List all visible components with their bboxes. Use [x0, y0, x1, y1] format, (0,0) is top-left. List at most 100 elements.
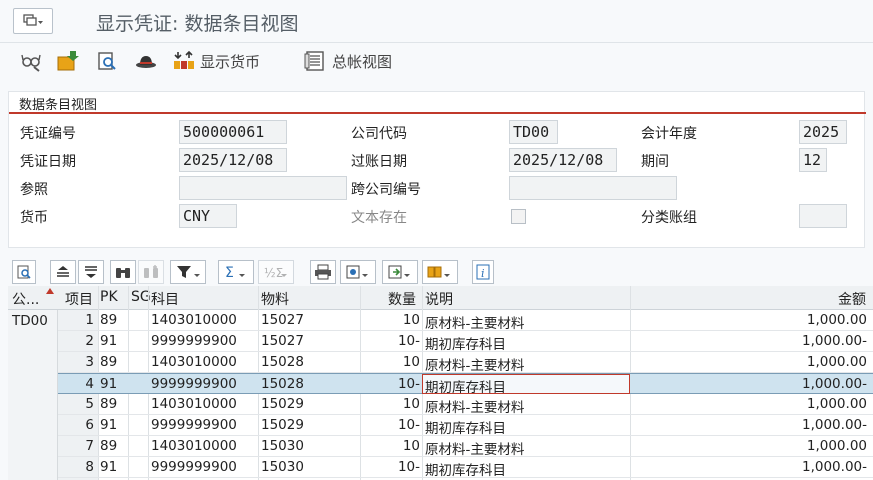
item-cell[interactable]: 8 [58, 459, 94, 475]
item-cell[interactable]: 7 [58, 438, 94, 454]
text-cell[interactable]: 原材料-主要材料 [425, 312, 625, 332]
account-cell[interactable]: 9999999900 [151, 417, 251, 433]
layout-button[interactable] [422, 260, 458, 284]
text-cell[interactable]: 原材料-主要材料 [425, 438, 625, 458]
table-row[interactable]: 8 91 9999999900 15030 10- 期初库存科目 1,000.00- [58, 457, 873, 479]
table-row[interactable]: 7 89 1403010000 15030 10 原材料-主要材料 1,000.00 [58, 436, 873, 458]
period-field[interactable]: 12 [799, 148, 827, 172]
total-button[interactable]: Σ [218, 260, 254, 284]
text-cell[interactable]: 期初库存科目 [425, 459, 625, 479]
filter-button[interactable] [170, 260, 206, 284]
ledger-group-field[interactable] [799, 204, 847, 228]
quantity-cell[interactable]: 10- [364, 333, 420, 349]
column-header-account[interactable]: 科目 [151, 289, 179, 309]
table-row[interactable]: 2 91 9999999900 15027 10- 期初库存科目 1,000.00- [58, 331, 873, 353]
column-header-company[interactable]: 公... [12, 289, 39, 309]
text-exists-checkbox[interactable] [511, 209, 526, 224]
account-cell[interactable]: 1403010000 [151, 396, 251, 412]
cross-company-number-field[interactable] [509, 176, 677, 200]
text-cell[interactable]: 期初库存科目 [425, 333, 625, 353]
text-cell[interactable]: 期初库存科目 [425, 417, 625, 437]
quantity-cell[interactable]: 10 [364, 312, 420, 328]
amount-cell[interactable]: 1,000.00- [738, 417, 867, 433]
fiscal-year-field[interactable]: 2025 [799, 120, 847, 144]
item-cell[interactable]: 3 [58, 354, 94, 370]
pk-cell[interactable]: 91 [100, 376, 130, 392]
table-row[interactable]: 3 89 1403010000 15028 10 原材料-主要材料 1,000.00 [58, 352, 873, 374]
find-button[interactable] [110, 260, 136, 284]
table-row[interactable]: 4 91 9999999900 15028 10- 期初库存科目 1,000.00- [58, 373, 873, 396]
account-cell[interactable]: 9999999900 [151, 459, 251, 475]
document-number-field[interactable]: 500000061 [179, 120, 287, 144]
material-cell[interactable]: 15029 [261, 396, 351, 412]
reference-field[interactable] [179, 176, 347, 200]
pk-cell[interactable]: 89 [100, 396, 130, 412]
text-cell[interactable]: 原材料-主要材料 [425, 396, 625, 416]
pk-cell[interactable]: 91 [100, 333, 130, 349]
quantity-cell[interactable]: 10- [364, 459, 420, 475]
hat-button[interactable] [134, 49, 158, 73]
views-button[interactable] [340, 260, 376, 284]
display-other-button[interactable] [20, 49, 42, 73]
company-code-field[interactable]: TD00 [509, 120, 558, 144]
column-header-amount[interactable]: 金额 [838, 289, 866, 309]
quantity-cell[interactable]: 10- [364, 376, 420, 392]
quantity-cell[interactable]: 10 [364, 438, 420, 454]
print-button[interactable] [310, 260, 336, 284]
column-header-text[interactable]: 说明 [425, 289, 453, 309]
item-cell[interactable]: 1 [58, 312, 94, 328]
material-cell[interactable]: 15030 [261, 459, 351, 475]
details-button[interactable] [12, 260, 36, 284]
pk-cell[interactable]: 89 [100, 312, 130, 328]
quantity-cell[interactable]: 10- [364, 417, 420, 433]
subtotal-button[interactable]: ½Σ [258, 260, 294, 284]
pk-cell[interactable]: 91 [100, 417, 130, 433]
item-cell[interactable]: 2 [58, 333, 94, 349]
find-document-button[interactable] [96, 49, 118, 73]
general-ledger-view-button[interactable]: 总帐视图 [304, 49, 392, 73]
company-code-cell[interactable]: TD00 [12, 313, 48, 329]
material-cell[interactable]: 15029 [261, 417, 351, 433]
account-cell[interactable]: 1403010000 [151, 354, 251, 370]
sort-ascending-button[interactable] [50, 260, 76, 284]
posting-date-field[interactable]: 2025/12/08 [509, 148, 617, 172]
find-next-button[interactable] [138, 260, 164, 284]
material-cell[interactable]: 15027 [261, 333, 351, 349]
amount-cell[interactable]: 1,000.00- [738, 333, 867, 349]
account-cell[interactable]: 1403010000 [151, 312, 251, 328]
column-header-pk[interactable]: PK [100, 289, 118, 305]
text-cell[interactable]: 期初库存科目 [425, 376, 625, 396]
column-header-item[interactable]: 项目 [65, 289, 93, 309]
switch-button[interactable] [56, 49, 80, 73]
material-cell[interactable]: 15028 [261, 354, 351, 370]
amount-cell[interactable]: 1,000.00 [738, 354, 867, 370]
display-currency-button[interactable]: 显示货币 [172, 49, 260, 73]
quantity-cell[interactable]: 10 [364, 396, 420, 412]
pk-cell[interactable]: 91 [100, 459, 130, 475]
sort-descending-button[interactable] [78, 260, 104, 284]
amount-cell[interactable]: 1,000.00 [738, 396, 867, 412]
document-date-field[interactable]: 2025/12/08 [179, 148, 287, 172]
pk-cell[interactable]: 89 [100, 438, 130, 454]
table-row[interactable]: 6 91 9999999900 15029 10- 期初库存科目 1,000.00- [58, 415, 873, 437]
amount-cell[interactable]: 1,000.00 [738, 312, 867, 328]
export-button[interactable] [382, 260, 418, 284]
menu-button[interactable] [13, 8, 53, 34]
item-cell[interactable]: 4 [58, 376, 94, 392]
material-cell[interactable]: 15030 [261, 438, 351, 454]
pk-cell[interactable]: 89 [100, 354, 130, 370]
column-header-quantity[interactable]: 数量 [388, 289, 416, 309]
material-cell[interactable]: 15027 [261, 312, 351, 328]
account-cell[interactable]: 9999999900 [151, 376, 251, 392]
table-row[interactable]: 5 89 1403010000 15029 10 原材料-主要材料 1,000.00 [58, 394, 873, 416]
amount-cell[interactable]: 1,000.00 [738, 438, 867, 454]
item-cell[interactable]: 5 [58, 396, 94, 412]
quantity-cell[interactable]: 10 [364, 354, 420, 370]
amount-cell[interactable]: 1,000.00- [738, 459, 867, 475]
material-cell[interactable]: 15028 [261, 376, 351, 392]
currency-field[interactable]: CNY [179, 204, 237, 228]
account-cell[interactable]: 1403010000 [151, 438, 251, 454]
account-cell[interactable]: 9999999900 [151, 333, 251, 349]
info-button[interactable]: i [472, 260, 494, 284]
item-cell[interactable]: 6 [58, 417, 94, 433]
